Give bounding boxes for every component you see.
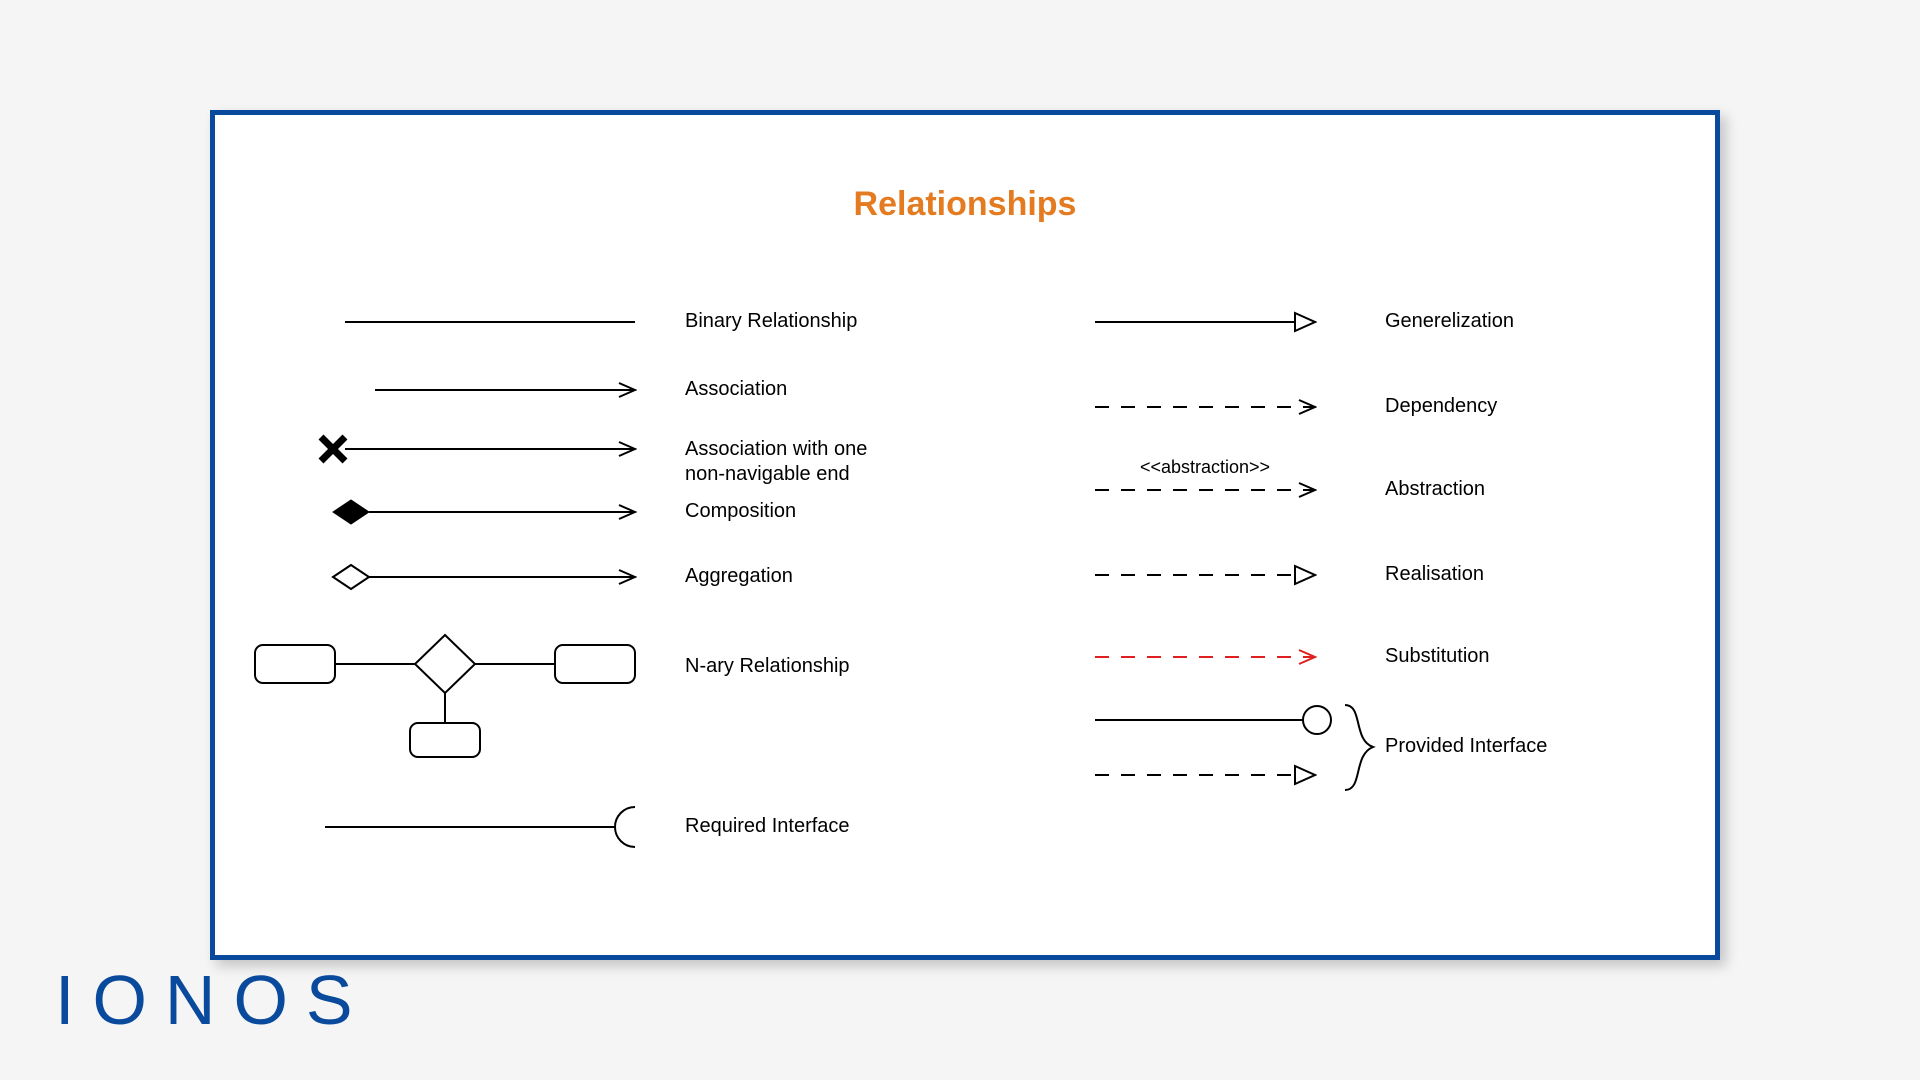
lollipop-icon: [1303, 706, 1331, 734]
diamond-hollow-icon: [333, 565, 369, 589]
socket-icon: [615, 807, 635, 847]
nary-diagram: [255, 635, 635, 757]
x-icon: [321, 437, 345, 461]
diagram-frame: Relationships Binary Relationship Associ…: [210, 110, 1720, 960]
brace-icon: [1345, 705, 1373, 790]
abstraction-stereotype: <<abstraction>>: [1140, 457, 1270, 477]
relationships-svg: <<abstraction>>: [215, 115, 1715, 955]
ionos-logo: IONOS: [55, 960, 371, 1040]
diamond-filled-icon: [333, 500, 369, 524]
